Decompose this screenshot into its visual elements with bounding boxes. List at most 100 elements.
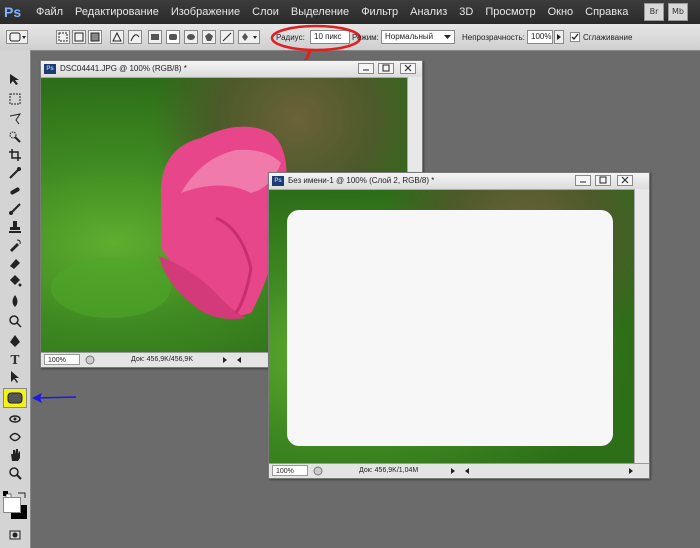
zoom-level-field[interactable]: 100%	[272, 465, 308, 476]
status-arrow-right-icon[interactable]	[221, 356, 229, 364]
menu-help[interactable]: Справка	[585, 6, 628, 18]
close-button[interactable]	[617, 175, 633, 186]
close-button[interactable]	[400, 63, 416, 74]
mode-label: Режим:	[352, 33, 379, 42]
tool-preset-picker[interactable]	[6, 30, 28, 44]
zoom-tool[interactable]	[6, 466, 24, 482]
history-brush-tool[interactable]	[6, 238, 24, 254]
paths-icon	[74, 32, 84, 42]
line-option[interactable]	[220, 30, 234, 44]
pen-tool-option[interactable]	[110, 30, 124, 44]
type-tool[interactable]: T	[6, 352, 24, 368]
document-title: DSC04441.JPG @ 100% (RGB/8) *	[60, 64, 187, 73]
vertical-scrollbar[interactable]	[634, 189, 649, 464]
opacity-dropdown-button[interactable]	[554, 30, 564, 44]
document-statusbar: 100% Док: 456,9K/1,04M	[269, 463, 649, 478]
path-select-tool[interactable]	[6, 370, 24, 386]
brush-tool[interactable]	[6, 202, 24, 218]
eyedropper-icon	[9, 167, 21, 179]
menu-window[interactable]: Окно	[548, 6, 574, 18]
eraser-icon	[10, 259, 20, 269]
move-tool[interactable]	[6, 72, 24, 88]
bucket-tool[interactable]	[6, 274, 24, 290]
default-colors-button[interactable]	[3, 484, 13, 500]
3d-rotate-tool[interactable]	[6, 412, 24, 428]
check-icon	[571, 33, 579, 40]
menu-layers[interactable]: Слои	[252, 6, 279, 18]
opacity-label: Непрозрачность:	[462, 33, 525, 42]
minimize-icon	[580, 181, 586, 183]
menu-edit[interactable]: Редактирование	[75, 6, 159, 18]
polygon-icon	[205, 33, 213, 41]
fill-pixels-icon	[90, 32, 100, 42]
shape-layers-button[interactable]	[56, 30, 70, 44]
rectangle-option[interactable]	[148, 30, 162, 44]
foreground-color-swatch[interactable]	[3, 497, 21, 513]
fill-pixels-button[interactable]	[88, 30, 102, 44]
quick-mask-button[interactable]	[6, 528, 24, 544]
eraser-tool[interactable]	[6, 256, 24, 272]
3d-orbit-tool[interactable]	[6, 430, 24, 446]
minimize-button[interactable]	[358, 63, 374, 74]
maximize-button[interactable]	[378, 63, 394, 74]
document-titlebar[interactable]: Ps DSC04441.JPG @ 100% (RGB/8) *	[41, 61, 422, 78]
freeform-pen-option[interactable]	[128, 30, 142, 44]
menu-select[interactable]: Выделение	[291, 6, 349, 18]
maximize-button[interactable]	[595, 175, 611, 186]
mini-bridge-icon[interactable]: Mb	[668, 3, 688, 21]
rounded-rectangle-tool[interactable]	[3, 388, 27, 408]
menu-file[interactable]: Файл	[36, 6, 63, 18]
smoothing-label: Сглаживание	[583, 33, 633, 42]
rounded-rectangle-option[interactable]	[166, 30, 180, 44]
menu-image[interactable]: Изображение	[171, 6, 240, 18]
close-icon	[404, 64, 412, 72]
quick-select-tool[interactable]	[6, 130, 24, 146]
options-bar: Радиус: 10 пикс Режим: Нормальный Непроз…	[0, 24, 700, 72]
status-options-icon[interactable]	[85, 355, 95, 365]
mode-value: Нормальный	[385, 32, 434, 41]
pen-tool[interactable]	[6, 334, 24, 350]
menu-filter[interactable]: Фильтр	[361, 6, 398, 18]
stamp-tool[interactable]	[6, 220, 24, 236]
rounded-rectangle-shape[interactable]	[287, 210, 613, 446]
minimize-icon	[363, 69, 369, 71]
crop-tool[interactable]	[6, 148, 24, 164]
rounded-rectangle-icon	[169, 34, 177, 40]
paths-button[interactable]	[72, 30, 86, 44]
document-titlebar[interactable]: Ps Без имени-1 @ 100% (Слой 2, RGB/8) *	[269, 173, 649, 190]
document-size-status: Док: 456,9K/456,9K	[131, 356, 193, 363]
blur-tool[interactable]	[6, 294, 24, 310]
scroll-left-icon[interactable]	[463, 467, 471, 475]
lasso-tool[interactable]	[6, 112, 24, 128]
3d-rotate-icon	[9, 415, 21, 423]
eyedropper-tool[interactable]	[6, 166, 24, 182]
hand-icon	[11, 449, 20, 461]
healing-tool[interactable]	[6, 184, 24, 200]
scroll-right-icon[interactable]	[627, 467, 635, 475]
swap-colors-button[interactable]	[17, 484, 27, 498]
status-options-icon[interactable]	[313, 466, 323, 476]
ellipse-option[interactable]	[184, 30, 198, 44]
opacity-input[interactable]: 100%	[527, 30, 553, 44]
polygon-option[interactable]	[202, 30, 216, 44]
dodge-tool[interactable]	[6, 314, 24, 330]
zoom-level-field[interactable]: 100%	[44, 354, 80, 365]
scroll-left-icon[interactable]	[235, 356, 243, 364]
quick-mask-icon	[9, 530, 21, 540]
menu-view[interactable]: Просмотр	[485, 6, 535, 18]
custom-shape-option[interactable]	[238, 30, 260, 44]
menu-3d[interactable]: 3D	[459, 6, 473, 18]
status-arrow-right-icon[interactable]	[449, 467, 457, 475]
minimize-button[interactable]	[575, 175, 591, 186]
untitled-canvas[interactable]	[269, 190, 634, 465]
hand-tool[interactable]	[6, 448, 24, 464]
menu-analysis[interactable]: Анализ	[410, 6, 447, 18]
tools-panel: T	[0, 50, 77, 548]
mode-select[interactable]: Нормальный	[381, 30, 455, 44]
crop-icon	[9, 149, 21, 161]
pen-icon	[112, 31, 122, 42]
document-window-untitled[interactable]: Ps Без имени-1 @ 100% (Слой 2, RGB/8) * …	[268, 172, 650, 479]
marquee-tool[interactable]	[6, 92, 24, 108]
bridge-icon[interactable]: Br	[644, 3, 664, 21]
smoothing-checkbox[interactable]	[570, 32, 580, 42]
